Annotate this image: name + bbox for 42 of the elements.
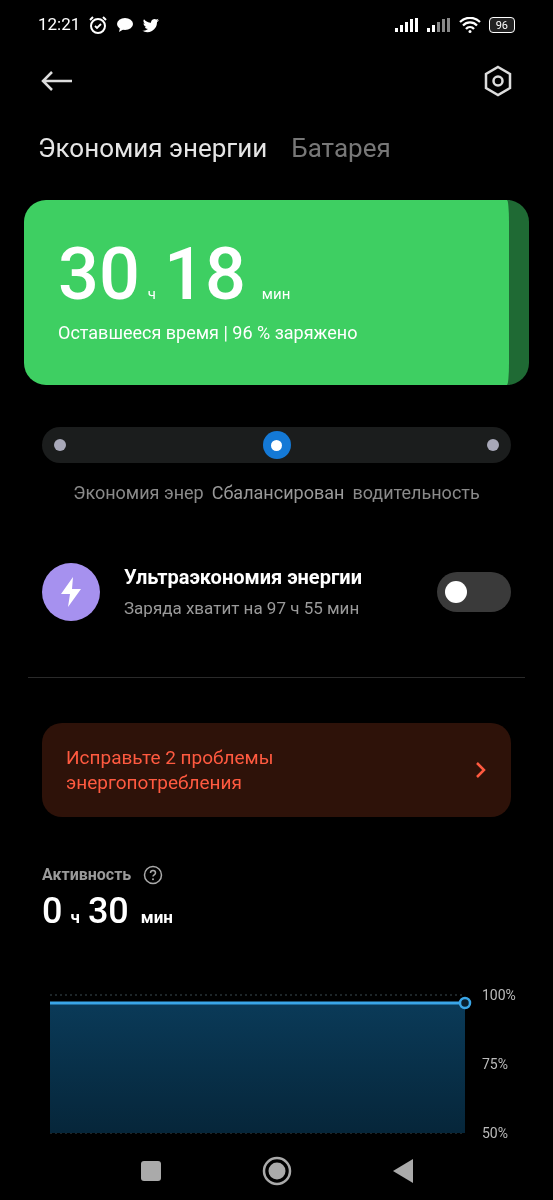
activity-title: Активность — [42, 864, 132, 886]
tab[interactable]: Экономия энергии — [38, 128, 268, 168]
issues-card[interactable]: Исправьте 2 проблемы энергопотребления — [42, 723, 511, 817]
lightning-icon — [59, 577, 83, 607]
mode-label: Экономия энер — [72, 481, 205, 503]
ultra-saver-subtitle: Заряда хватит на 97 ч 55 мин — [124, 597, 361, 621]
minutes-value: 18 — [164, 239, 246, 311]
hours-value: 30 — [58, 239, 140, 311]
home-icon[interactable] — [261, 1156, 292, 1187]
chat-icon — [116, 17, 135, 33]
remaining-time-caption: Оставшееся время | 96 % заряжено — [58, 321, 359, 345]
activity-hours: 0 — [42, 893, 63, 929]
alarm-icon — [88, 15, 109, 35]
chevron-right-icon — [475, 761, 487, 779]
axis-label: 75% — [482, 1056, 508, 1071]
signal-icon — [426, 18, 451, 32]
back-icon[interactable] — [391, 1158, 414, 1185]
settings-icon[interactable] — [483, 65, 513, 97]
activity-minutes: 30 — [87, 893, 129, 929]
ultra-saver-toggle[interactable] — [437, 572, 511, 612]
slider-thumb[interactable] — [262, 431, 291, 459]
mode-slider[interactable] — [42, 427, 511, 463]
slider-stop[interactable] — [487, 439, 499, 451]
hours-unit: ч — [147, 284, 156, 305]
clock: 12:21 — [38, 13, 81, 37]
axis-label: 100% — [482, 987, 516, 1002]
mode-label: водительность — [351, 481, 481, 503]
activity-minutes-unit: мин — [140, 906, 173, 929]
battery-indicator: 96 — [488, 17, 515, 33]
activity-hours-unit: ч — [70, 906, 80, 929]
axis-label: 50% — [482, 1125, 508, 1140]
signal-icon — [394, 18, 419, 32]
back-arrow-icon[interactable] — [40, 70, 74, 92]
wifi-icon — [458, 17, 481, 33]
help-icon[interactable] — [143, 865, 164, 885]
tab[interactable]: Батарея — [291, 128, 391, 168]
recents-icon[interactable] — [139, 1160, 162, 1183]
bird-icon — [142, 17, 161, 33]
mode-label: Сбалансирован — [210, 481, 346, 503]
ultra-saver-title: Ультраэкономия энергии — [124, 564, 363, 592]
minutes-unit: мин — [261, 284, 291, 305]
slider-stop[interactable] — [54, 439, 66, 451]
